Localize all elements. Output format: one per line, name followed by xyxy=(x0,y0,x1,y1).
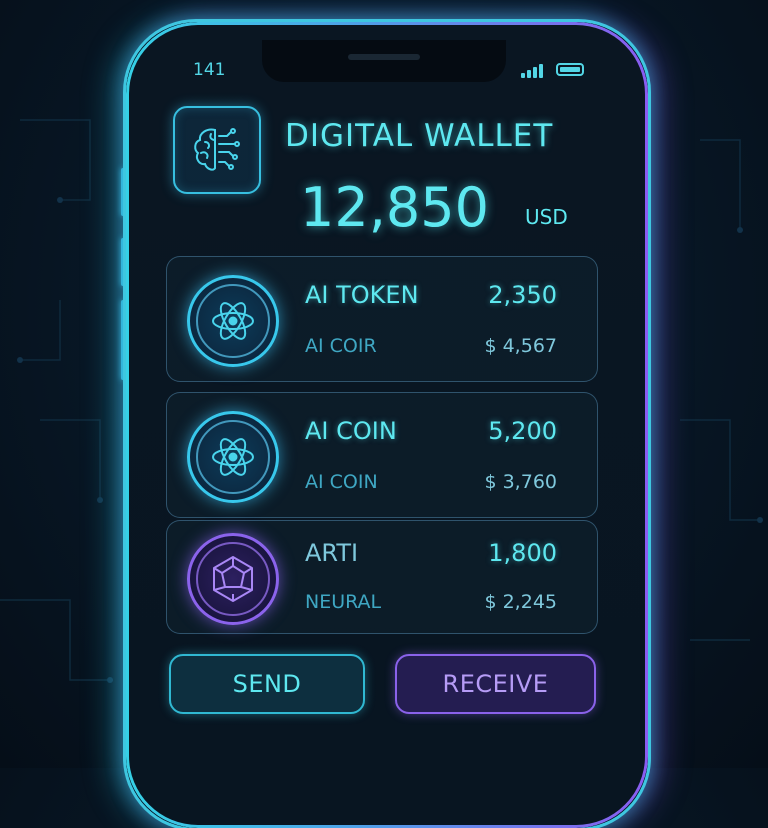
asset-usd-value: $ 2,245 xyxy=(484,591,557,613)
speaker-grille xyxy=(348,54,420,60)
asset-subtitle: NEURAL xyxy=(305,591,382,613)
asset-card-ai-coin[interactable]: AI COIN 5,200 AI COIN $ 3,760 xyxy=(166,392,598,518)
receive-button[interactable]: RECEIVE xyxy=(395,654,596,714)
asset-name: AI TOKEN xyxy=(305,281,419,309)
asset-name: ARTI xyxy=(305,539,359,567)
asset-usd-value: $ 4,567 xyxy=(484,335,557,357)
asset-card-ai-token[interactable]: AI TOKEN 2,350 AI COIR $ 4,567 xyxy=(166,256,598,382)
asset-usd-value: $ 3,760 xyxy=(484,471,557,493)
asset-name: AI COIN xyxy=(305,417,397,445)
phone-notch xyxy=(262,40,506,82)
battery-icon xyxy=(556,63,584,76)
asset-amount: 5,200 xyxy=(488,417,557,445)
asset-amount: 1,800 xyxy=(488,539,557,567)
status-time: 141 xyxy=(193,60,226,80)
atom-icon xyxy=(187,275,279,367)
asset-subtitle: AI COIR xyxy=(305,335,377,357)
brain-logo-icon xyxy=(173,106,261,194)
atom-icon xyxy=(187,411,279,503)
send-button[interactable]: SEND xyxy=(169,654,365,714)
page-title: DIGITAL WALLET xyxy=(285,118,554,154)
asset-subtitle: AI COIN xyxy=(305,471,378,493)
mute-switch[interactable] xyxy=(121,300,125,380)
asset-card-arti[interactable]: ARTI 1,800 NEURAL $ 2,245 xyxy=(166,520,598,634)
asset-amount: 2,350 xyxy=(488,281,557,309)
volume-down-button[interactable] xyxy=(121,238,125,286)
signal-icon xyxy=(521,62,545,78)
volume-up-button[interactable] xyxy=(121,168,125,216)
total-balance: 12,850 xyxy=(300,176,489,239)
balance-currency: USD xyxy=(525,205,568,229)
hexagon-gem-icon xyxy=(187,533,279,625)
